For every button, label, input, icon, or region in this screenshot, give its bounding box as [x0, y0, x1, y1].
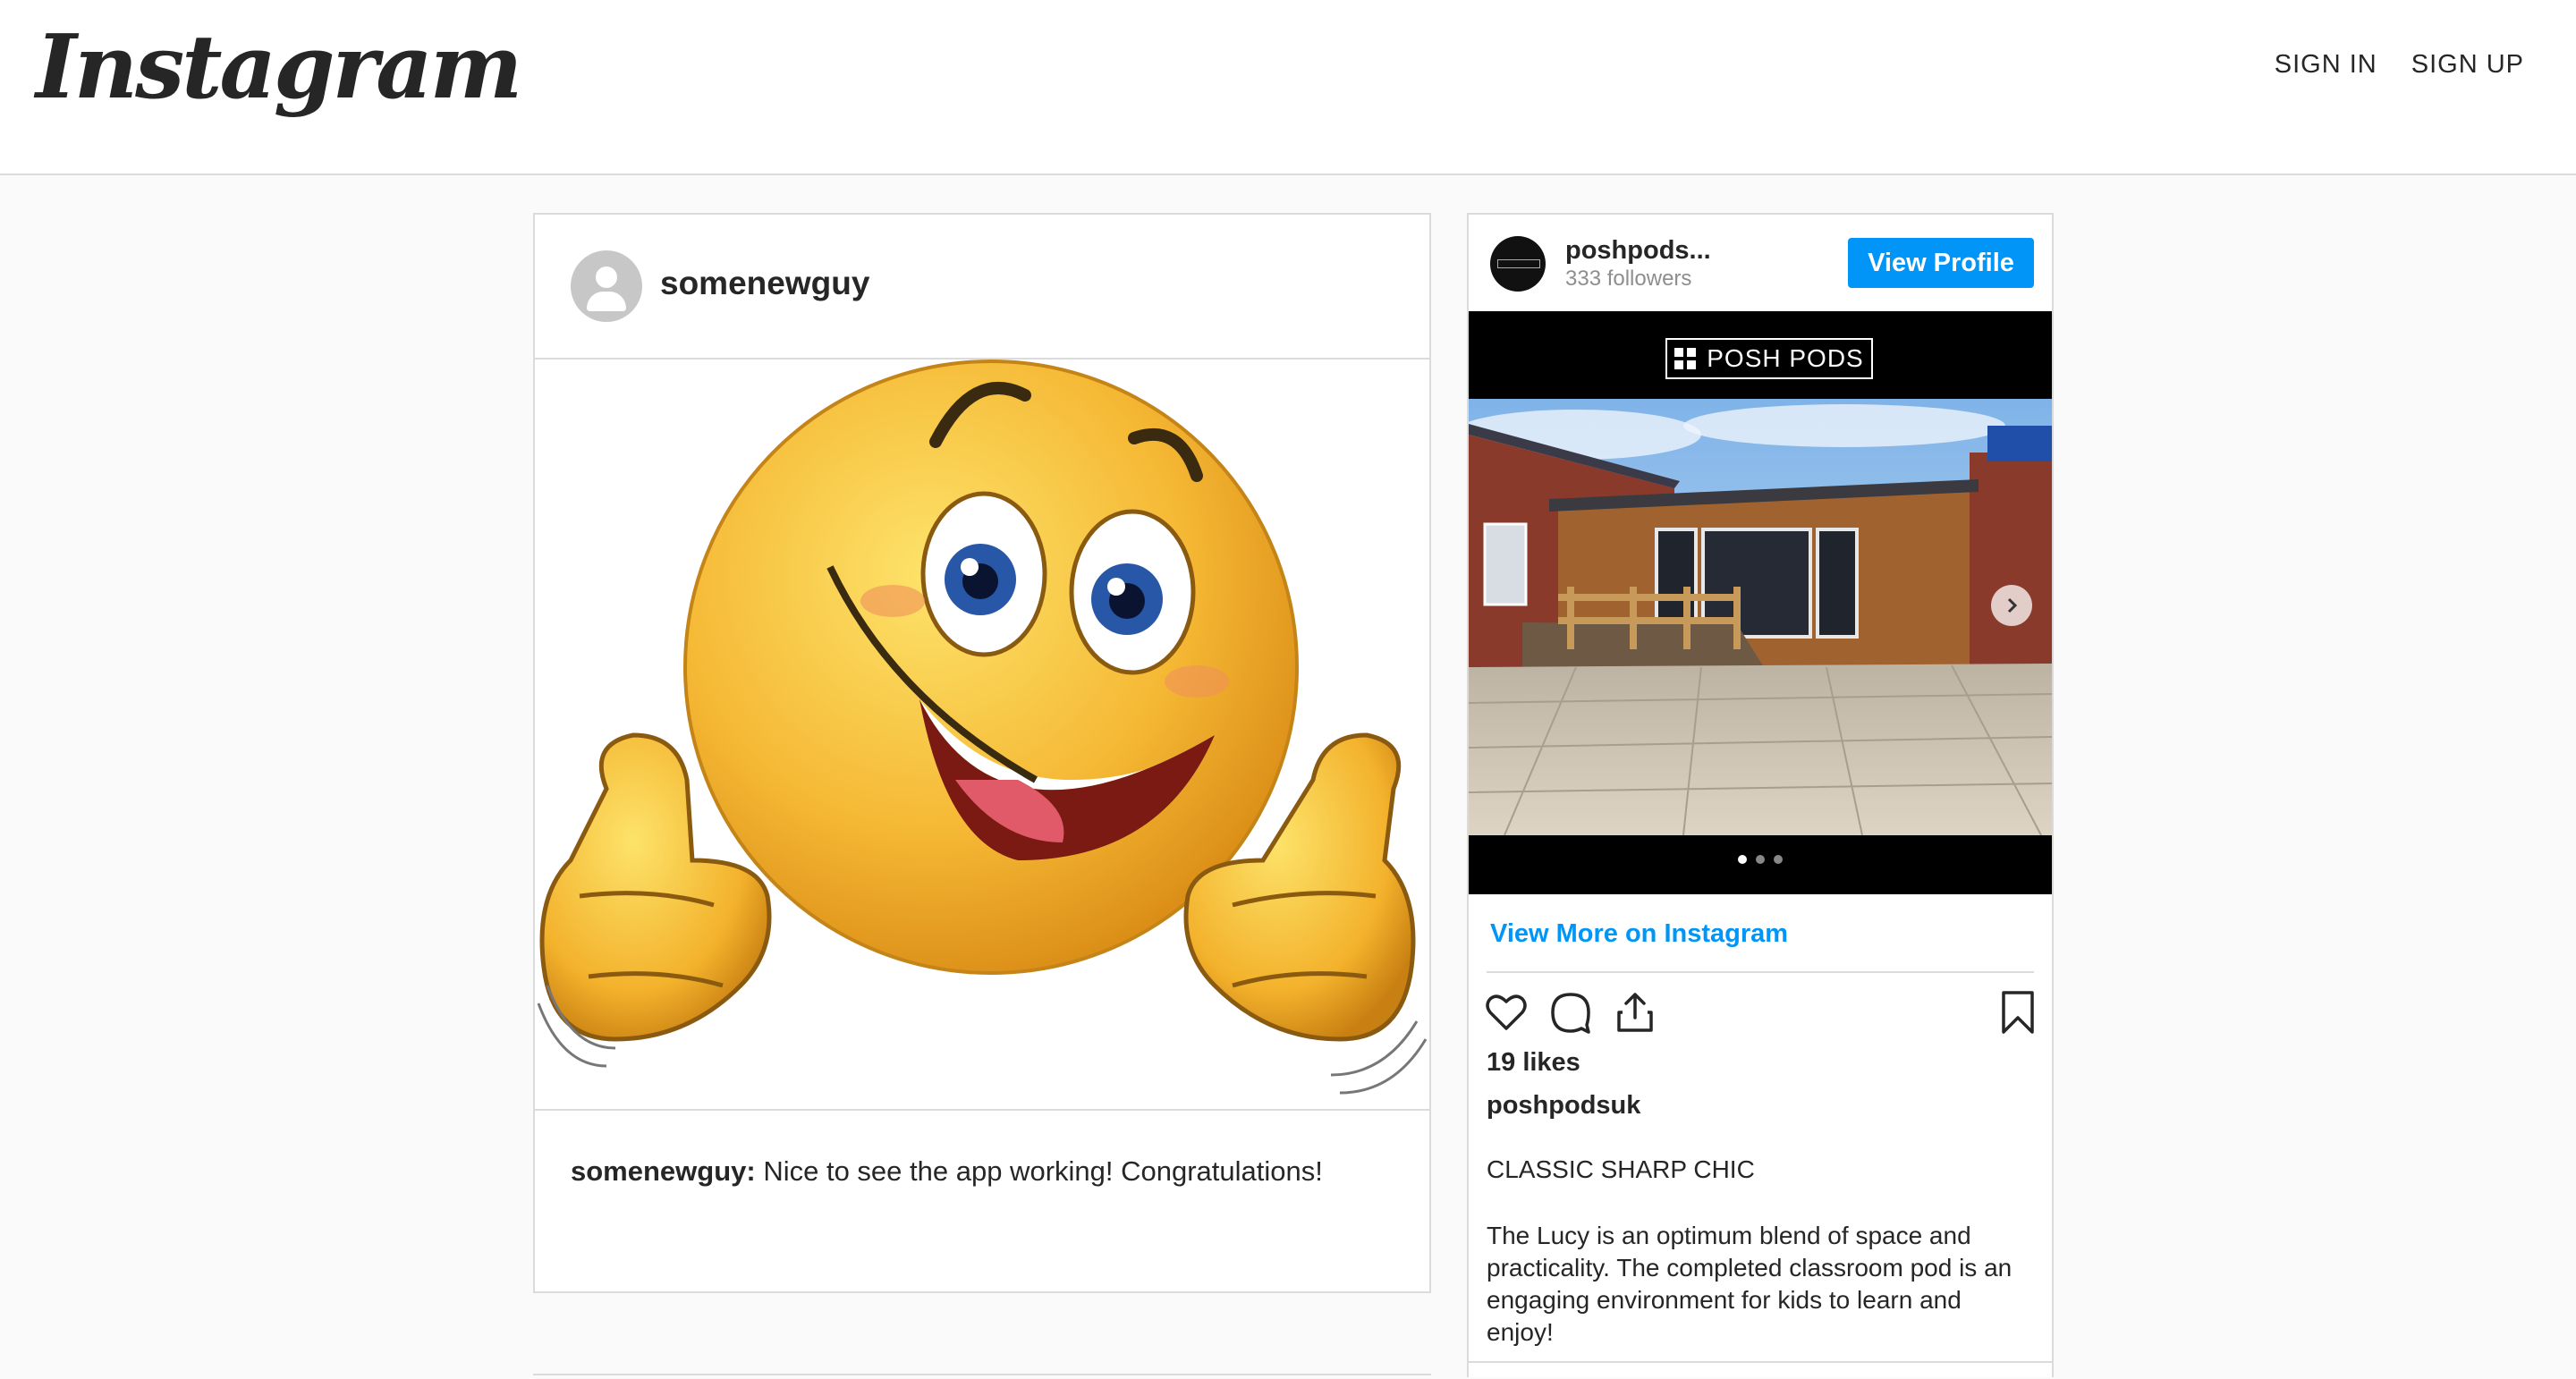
account-name[interactable]: poshpods...	[1565, 236, 1711, 266]
feed-post: somenewguy somenewguy: Nice to see the a…	[533, 213, 1431, 1293]
user-avatar[interactable]	[571, 250, 642, 322]
top-header: Instagram SIGN IN SIGN UP	[0, 0, 2576, 175]
chevron-right-icon	[2007, 597, 2018, 613]
brand-banner: POSH PODS	[1665, 338, 1873, 379]
post-image	[535, 360, 1429, 1111]
sign-up-link[interactable]: SIGN UP	[2411, 50, 2524, 80]
embed-caption-body: The Lucy is an optimum blend of space an…	[1487, 1222, 2012, 1346]
carousel-next-button[interactable]	[1991, 585, 2032, 626]
carousel-media[interactable]: POSH PODS	[1469, 311, 2052, 894]
brand-text: POSH PODS	[1707, 344, 1864, 372]
divider	[1487, 971, 2034, 973]
thumbs-up-smiley-icon	[537, 360, 1428, 1095]
post-header: somenewguy	[535, 215, 1429, 360]
embed-header: poshpods... 333 followers View Profile	[1469, 215, 2052, 311]
next-post-edge	[533, 1374, 1431, 1379]
embed-username[interactable]: poshpodsuk	[1487, 1091, 1640, 1121]
sign-in-link[interactable]: SIGN IN	[2275, 50, 2377, 80]
classroom-pod-photo	[1469, 399, 2052, 835]
caption-username[interactable]: somenewguy:	[571, 1155, 756, 1187]
embed-caption-title: CLASSIC SHARP CHIC	[1487, 1155, 1755, 1183]
share-icon[interactable]	[1612, 989, 1658, 1036]
post-username[interactable]: somenewguy	[660, 265, 869, 302]
follower-count: 333 followers	[1565, 266, 1692, 291]
like-count[interactable]: 19 likes	[1487, 1048, 1580, 1078]
heart-icon[interactable]	[1483, 989, 1530, 1036]
instagram-embed: poshpods... 333 followers View Profile P…	[1467, 213, 2054, 1377]
carousel-dots	[1469, 855, 2052, 864]
action-bar	[1483, 986, 2038, 1039]
brand-logo-icon	[1674, 348, 1697, 369]
comment-icon[interactable]	[1547, 989, 1594, 1036]
caption-text: Nice to see the app working! Congratulat…	[755, 1155, 1323, 1187]
divider	[1469, 1361, 2052, 1363]
view-more-link[interactable]: View More on Instagram	[1490, 919, 1788, 949]
carousel-dot[interactable]	[1756, 855, 1765, 864]
auth-nav: SIGN IN SIGN UP	[2275, 50, 2524, 80]
view-profile-button[interactable]: View Profile	[1848, 238, 2034, 288]
bookmark-icon[interactable]	[1995, 989, 2041, 1036]
instagram-logo[interactable]: Instagram	[36, 16, 522, 119]
post-caption: somenewguy: Nice to see the app working!…	[571, 1155, 1323, 1188]
carousel-dot[interactable]	[1774, 855, 1783, 864]
carousel-dot[interactable]	[1738, 855, 1747, 864]
account-avatar[interactable]	[1490, 236, 1546, 292]
